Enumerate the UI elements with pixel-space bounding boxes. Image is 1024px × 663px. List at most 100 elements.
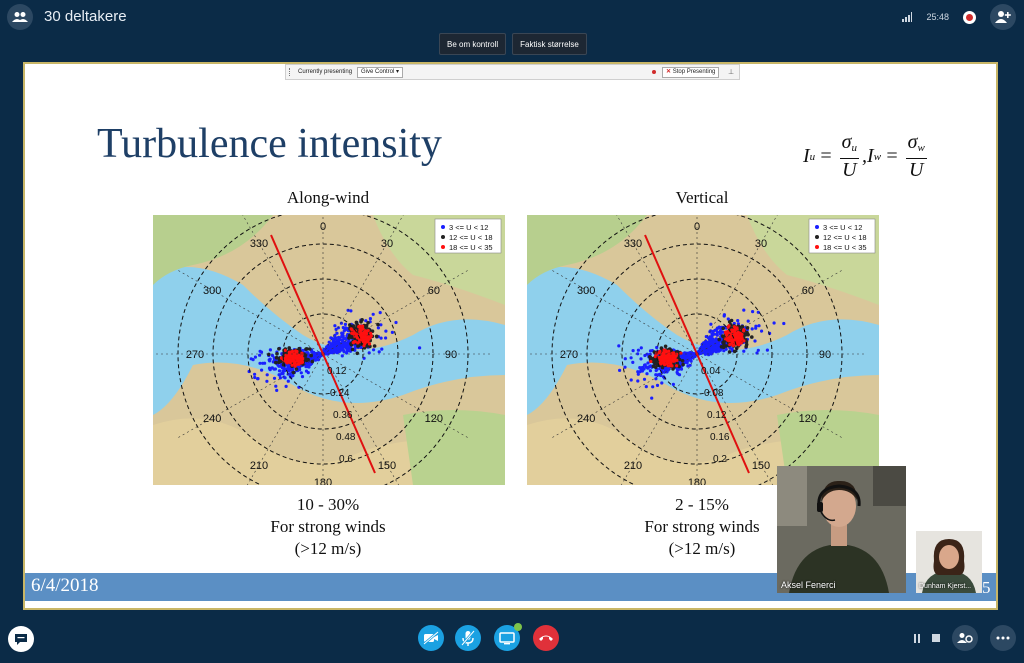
compass-label: 90	[819, 349, 831, 361]
compass-label: 30	[381, 238, 393, 250]
radial-tick-label: 0.6	[339, 454, 353, 465]
actual-size-button[interactable]: Faktisk størrelse	[512, 33, 587, 55]
radial-tick-label: 0.2	[713, 454, 727, 465]
along-wind-polar-map: 0 30 60 90 120 150 180 210 240 270 300 330 0.12 0.24 0…	[153, 184, 505, 524]
compass-label: 180	[688, 477, 706, 485]
compass-label: 240	[203, 413, 221, 425]
formula-frac-w: σw U	[905, 131, 927, 181]
radial-tick-label: 0.36	[333, 410, 353, 421]
mic-off-icon	[461, 630, 475, 646]
along-wind-range: 10 - 30%	[296, 495, 360, 514]
formula-I: I	[803, 145, 810, 167]
call-settings-button[interactable]	[952, 625, 978, 651]
compass-label: 300	[203, 285, 221, 297]
more-options-button[interactable]	[990, 625, 1016, 651]
stop-presenting-label: Stop Presenting	[672, 69, 716, 75]
legend-entry: 18 <= U < 35	[449, 243, 493, 252]
give-control-dropdown[interactable]: Give Control ▾	[357, 67, 404, 78]
drag-handle-icon[interactable]	[289, 68, 292, 76]
video-tile-main[interactable]: Aksel Fenerci	[777, 466, 906, 593]
participants-button[interactable]	[7, 4, 33, 30]
people-icon	[12, 12, 28, 22]
camera-off-icon	[423, 631, 439, 645]
slide-date: 6/4/2018	[31, 575, 99, 596]
compass-label: 150	[752, 460, 770, 472]
legend-entry: 3 <= U < 12	[823, 223, 862, 232]
compass-label: 60	[802, 285, 814, 297]
compass-label: 120	[425, 413, 443, 425]
compass-label: 270	[560, 349, 578, 361]
turbulence-formula: Iu = σu U , Iw = σw U	[803, 132, 930, 181]
compass-label: 270	[186, 349, 204, 361]
legend-entry: 12 <= U < 18	[823, 233, 867, 242]
chat-button[interactable]	[8, 626, 34, 652]
formula-sigma-2: σ	[907, 131, 918, 153]
compass-label: 240	[577, 413, 595, 425]
formula-I2: I	[867, 145, 874, 167]
signal-icon	[902, 12, 913, 22]
compass-label: 120	[799, 413, 817, 425]
radial-tick-label: 0.16	[710, 432, 730, 443]
top-bar: 30 deltakere 25:48	[0, 0, 1024, 34]
radial-tick-label: 0.08	[704, 388, 724, 399]
compass-label: 300	[577, 285, 595, 297]
compass-label: 90	[445, 349, 457, 361]
compass-label: 210	[624, 460, 642, 472]
legend-entry: 12 <= U < 18	[449, 233, 493, 242]
along-wind-label: Along-wind	[286, 188, 370, 207]
compass-label: 30	[755, 238, 767, 250]
stop-presenting-button[interactable]: ✕ Stop Presenting	[662, 67, 720, 78]
end-call-button[interactable]	[533, 625, 559, 651]
legend-entry: 18 <= U < 35	[823, 243, 867, 252]
compass-label: 60	[428, 285, 440, 297]
participant-name-self: Dunham Kjerst...	[919, 583, 972, 590]
formula-equals-2: =	[885, 145, 899, 167]
pause-icon[interactable]	[914, 633, 920, 643]
legend-entry: 3 <= U < 12	[449, 223, 488, 232]
share-screen-button[interactable]	[494, 623, 522, 651]
hang-up-icon	[539, 635, 553, 641]
pin-icon[interactable]: ⊥	[728, 68, 734, 76]
video-off-button[interactable]	[418, 625, 444, 651]
slide-page-number: 5	[982, 578, 991, 597]
formula-sigma: σ	[841, 131, 852, 153]
compass-label: 210	[250, 460, 268, 472]
formula-sigma-sub-u: u	[851, 142, 858, 154]
radial-tick-label: 0.12	[707, 410, 727, 421]
along-wind-speed: (>12 m/s)	[294, 539, 362, 558]
share-active-badge-icon	[514, 623, 522, 631]
compass-label: 330	[624, 238, 642, 250]
vertical-polar-map: 0 30 60 90 120 150 180 210 240 270 300 330 0.04 0.08 0…	[527, 184, 879, 524]
vertical-map-svg: 0 30 60 90 120 150 180 210 240 270 300 330 0.04 0.08 0…	[527, 184, 879, 524]
recording-icon	[963, 10, 976, 24]
video-tile-self[interactable]: Dunham Kjerst...	[916, 531, 982, 593]
participant-name-main: Aksel Fenerci	[781, 580, 836, 590]
formula-sub-w: w	[873, 150, 882, 163]
share-controls: Be om kontroll Faktisk størrelse	[439, 33, 587, 55]
chat-icon	[15, 633, 27, 645]
request-control-button[interactable]: Be om kontroll	[439, 33, 507, 55]
call-controls	[0, 617, 1024, 663]
radial-tick-label: 0.04	[701, 366, 721, 377]
formula-equals: =	[819, 145, 833, 167]
add-participant-button[interactable]	[990, 4, 1016, 30]
formula-U: U	[842, 159, 857, 181]
ellipsis-icon	[996, 636, 1010, 640]
live-dot-icon	[652, 70, 656, 74]
compass-label: 0	[694, 221, 700, 233]
currently-presenting-label: Currently presenting	[298, 69, 353, 75]
radial-tick-label: 0.12	[327, 366, 347, 377]
mute-button[interactable]	[455, 625, 481, 651]
compass-label: 150	[378, 460, 396, 472]
scatter-legend: 3 <= U < 1212 <= U < 1818 <= U < 35	[434, 218, 502, 254]
compass-label: 330	[250, 238, 268, 250]
radial-tick-label: 0.48	[336, 432, 356, 443]
radial-tick-label: 0.24	[330, 388, 350, 399]
formula-sigma-sub-w: w	[917, 142, 925, 154]
meeting-title: 30 deltakere	[44, 8, 127, 25]
add-person-icon	[995, 11, 1011, 23]
call-timer: 25:48	[926, 12, 949, 22]
stop-icon[interactable]	[932, 634, 940, 642]
along-wind-map-svg: 0 30 60 90 120 150 180 210 240 270 300 330 0.12 0.24 0…	[153, 184, 505, 524]
scatter-legend: 3 <= U < 1212 <= U < 1818 <= U < 35	[808, 218, 876, 254]
